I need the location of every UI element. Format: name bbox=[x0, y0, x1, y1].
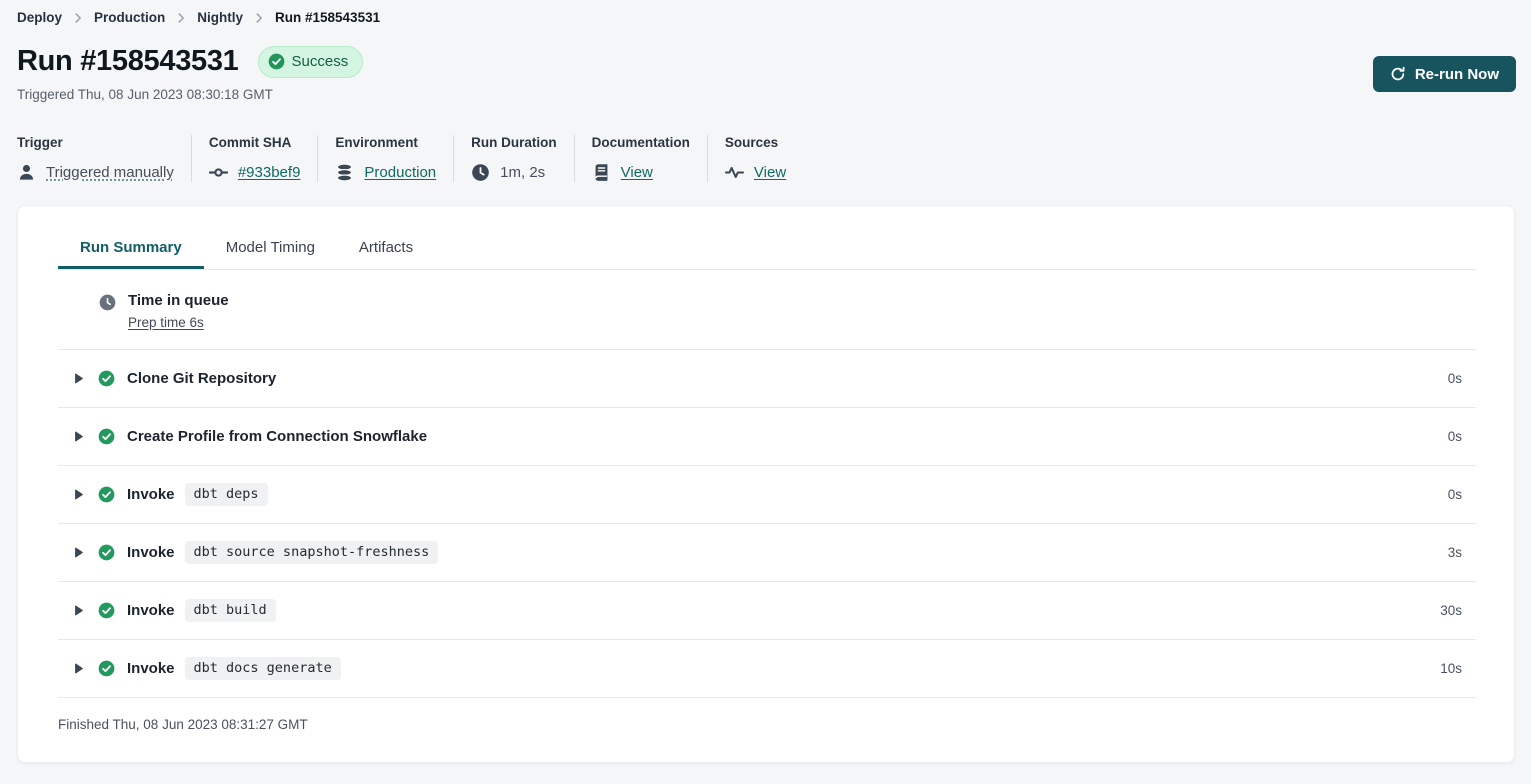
rerun-now-button[interactable]: Re-run Now bbox=[1373, 56, 1516, 92]
chevron-right-icon bbox=[71, 11, 85, 25]
run-duration-value: 1m, 2s bbox=[500, 164, 545, 181]
breadcrumb: Deploy Production Nightly Run #158543531 bbox=[0, 0, 1531, 25]
commit-icon bbox=[209, 163, 228, 182]
step-duration: 0s bbox=[1448, 487, 1476, 502]
meta-sources-label: Sources bbox=[725, 135, 786, 150]
success-check-icon bbox=[98, 486, 115, 503]
breadcrumb-production[interactable]: Production bbox=[94, 10, 165, 25]
meta-trigger-label: Trigger bbox=[17, 135, 174, 150]
trigger-value[interactable]: Triggered manually bbox=[46, 164, 174, 181]
meta-run-duration: Run Duration 1m, 2s bbox=[453, 135, 574, 182]
breadcrumb-run-id: Run #158543531 bbox=[275, 10, 380, 25]
expand-arrow-icon[interactable] bbox=[72, 546, 85, 559]
status-badge-label: Success bbox=[292, 53, 349, 70]
expand-arrow-icon[interactable] bbox=[72, 488, 85, 501]
step-duration: 30s bbox=[1440, 603, 1476, 618]
step-command-chip: dbt deps bbox=[185, 483, 268, 506]
success-check-icon bbox=[98, 660, 115, 677]
database-icon bbox=[335, 163, 354, 182]
chevron-right-icon bbox=[174, 11, 188, 25]
step-row-create-profile: Create Profile from Connection Snowflake… bbox=[58, 407, 1476, 465]
meta-documentation: Documentation View bbox=[574, 135, 707, 182]
step-row-dbt-build: Invoke dbt build 30s bbox=[58, 581, 1476, 639]
step-row-clone-git: Clone Git Repository 0s bbox=[58, 349, 1476, 407]
step-row-dbt-deps: Invoke dbt deps 0s bbox=[58, 465, 1476, 523]
run-summary-card: Run Summary Model Timing Artifacts Time … bbox=[17, 205, 1515, 763]
step-row-dbt-source-freshness: Invoke dbt source snapshot-freshness 3s bbox=[58, 523, 1476, 581]
step-duration: 0s bbox=[1448, 371, 1476, 386]
expand-arrow-icon[interactable] bbox=[72, 372, 85, 385]
pulse-icon bbox=[725, 163, 744, 182]
chevron-right-icon bbox=[252, 11, 266, 25]
breadcrumb-deploy[interactable]: Deploy bbox=[17, 10, 62, 25]
tab-model-timing[interactable]: Model Timing bbox=[204, 230, 337, 269]
page-title: Run #158543531 bbox=[17, 45, 239, 78]
run-metadata-row: Trigger Triggered manually Commit SHA #9… bbox=[17, 135, 1531, 182]
meta-environment-label: Environment bbox=[335, 135, 436, 150]
step-title: Invoke bbox=[127, 602, 175, 619]
breadcrumb-nightly[interactable]: Nightly bbox=[197, 10, 243, 25]
header: Run #158543531 Success bbox=[0, 25, 1531, 78]
prep-time-link[interactable]: Prep time 6s bbox=[128, 315, 204, 330]
step-command-chip: dbt build bbox=[185, 599, 276, 622]
step-duration: 3s bbox=[1448, 545, 1476, 560]
documentation-view-link[interactable]: View bbox=[621, 164, 653, 181]
time-in-queue-title: Time in queue bbox=[128, 292, 229, 309]
step-duration: 0s bbox=[1448, 429, 1476, 444]
step-command-chip: dbt docs generate bbox=[185, 657, 341, 680]
tab-bar: Run Summary Model Timing Artifacts bbox=[58, 230, 1476, 270]
step-title: Clone Git Repository bbox=[127, 370, 276, 387]
expand-arrow-icon[interactable] bbox=[72, 430, 85, 443]
step-command-chip: dbt source snapshot-freshness bbox=[185, 541, 439, 564]
success-check-icon bbox=[98, 544, 115, 561]
step-title: Create Profile from Connection Snowflake bbox=[127, 428, 427, 445]
step-title: Invoke bbox=[127, 660, 175, 677]
person-icon bbox=[17, 163, 36, 182]
tab-run-summary[interactable]: Run Summary bbox=[58, 230, 204, 269]
triggered-timestamp: Triggered Thu, 08 Jun 2023 08:30:18 GMT bbox=[0, 78, 1531, 102]
tab-artifacts[interactable]: Artifacts bbox=[337, 230, 435, 269]
status-badge: Success bbox=[258, 46, 364, 78]
meta-documentation-label: Documentation bbox=[592, 135, 690, 150]
meta-environment: Environment Production bbox=[317, 135, 453, 182]
meta-commit-sha: Commit SHA #933bef9 bbox=[191, 135, 318, 182]
check-circle-icon bbox=[268, 53, 285, 70]
success-check-icon bbox=[98, 428, 115, 445]
finished-timestamp: Finished Thu, 08 Jun 2023 08:31:27 GMT bbox=[58, 697, 1476, 732]
queue-clock-icon bbox=[99, 294, 116, 311]
sources-view-link[interactable]: View bbox=[754, 164, 786, 181]
expand-arrow-icon[interactable] bbox=[72, 604, 85, 617]
environment-link[interactable]: Production bbox=[364, 164, 436, 181]
step-title: Invoke bbox=[127, 486, 175, 503]
clock-icon bbox=[471, 163, 490, 182]
meta-commit-label: Commit SHA bbox=[209, 135, 301, 150]
meta-duration-label: Run Duration bbox=[471, 135, 557, 150]
step-duration: 10s bbox=[1440, 661, 1476, 676]
commit-sha-link[interactable]: #933bef9 bbox=[238, 164, 301, 181]
run-detail-page: Deploy Production Nightly Run #158543531… bbox=[0, 0, 1531, 784]
expand-arrow-icon[interactable] bbox=[72, 662, 85, 675]
success-check-icon bbox=[98, 602, 115, 619]
step-row-dbt-docs-generate: Invoke dbt docs generate 10s bbox=[58, 639, 1476, 697]
success-check-icon bbox=[98, 370, 115, 387]
book-icon bbox=[592, 163, 611, 182]
meta-trigger: Trigger Triggered manually bbox=[17, 135, 191, 182]
rerun-now-label: Re-run Now bbox=[1415, 66, 1499, 83]
step-title: Invoke bbox=[127, 544, 175, 561]
refresh-icon bbox=[1390, 66, 1406, 82]
meta-sources: Sources View bbox=[707, 135, 803, 182]
time-in-queue-block: Time in queue Prep time 6s bbox=[58, 270, 1476, 349]
